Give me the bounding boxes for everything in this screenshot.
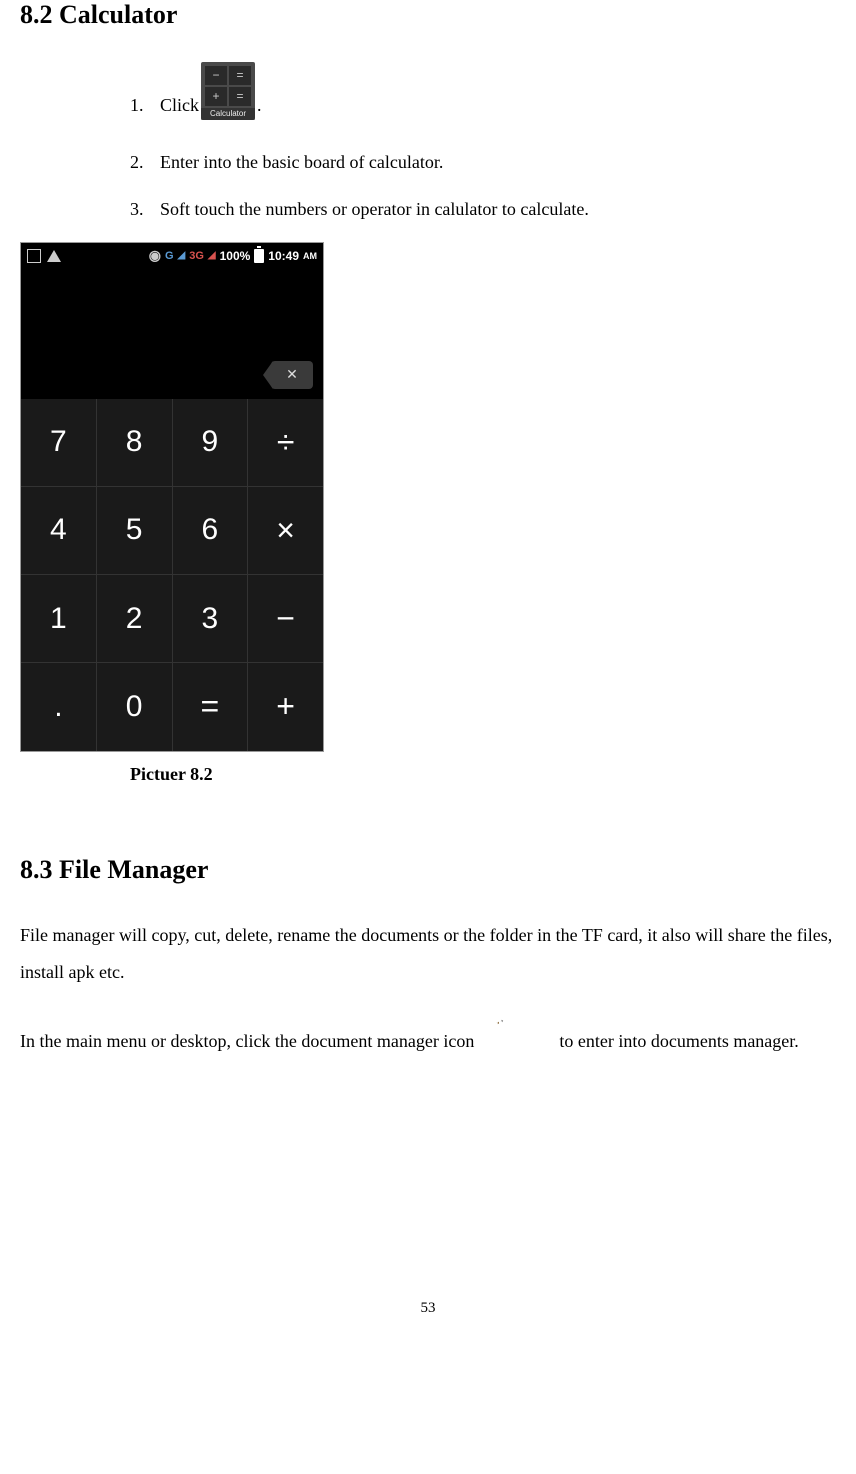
key-2[interactable]: 2 [97,575,172,662]
calculator-steps: 1. Click − = + = Calculator . 2. Enter i… [20,62,836,224]
para2-before: In the main menu or desktop, click the d… [20,1031,479,1051]
signal-icon: ◢ [208,250,216,261]
step-number: 2. [130,148,160,177]
step-1: 1. Click − = + = Calculator . [130,62,836,120]
file-manager-para1: File manager will copy, cut, delete, ren… [20,917,836,993]
status-time: 10:49 [268,249,299,263]
backspace-icon: ✕ [286,366,298,383]
battery-icon [254,249,264,263]
step-text: Enter into the basic board of calculator… [160,148,443,177]
calc-icon-cell: + [205,87,227,106]
key-plus[interactable]: + [248,663,323,750]
page-number: 53 [20,1300,836,1337]
calculator-screenshot: ◉ G ◢ 3G ◢ 100% 10:49 AM ✕ 7 8 9 ÷ 4 5 6… [20,242,324,752]
key-divide[interactable]: ÷ [248,399,323,486]
key-3[interactable]: 3 [173,575,248,662]
warning-icon [47,250,61,262]
key-1[interactable]: 1 [21,575,96,662]
file-manager-para2: In the main menu or desktop, click the d… [20,1016,836,1070]
calculator-app-icon: − = + = Calculator [201,62,255,120]
key-decimal[interactable]: . [21,663,96,750]
step-text-before: Click [160,95,199,115]
step-2: 2. Enter into the basic board of calcula… [130,148,836,177]
step-text: Soft touch the numbers or operator in ca… [160,195,589,224]
heading-file-manager: 8.3 File Manager [20,855,836,885]
signal-icon: ◢ [178,250,186,261]
heading-calculator: 8.2 Calculator [20,0,836,30]
file-manager-app-icon: File Manager [483,1016,551,1070]
key-4[interactable]: 4 [21,487,96,574]
calc-icon-cell: = [229,87,251,106]
step-3: 3. Soft touch the numbers or operator in… [130,195,836,224]
key-equals[interactable]: = [173,663,248,750]
notification-icon [27,249,41,263]
key-6[interactable]: 6 [173,487,248,574]
key-minus[interactable]: − [248,575,323,662]
para2-after: to enter into documents manager. [555,1031,799,1051]
battery-percent: 100% [220,249,251,263]
wifi-icon: ◉ [149,247,161,264]
key-0[interactable]: 0 [97,663,172,750]
calc-icon-cell: = [229,66,251,85]
figure-caption: Pictuer 8.2 [20,764,836,785]
key-multiply[interactable]: × [248,487,323,574]
signal-3g-label: 3G [189,250,204,262]
step-number: 1. [130,91,160,120]
key-5[interactable]: 5 [97,487,172,574]
signal-g-label: G [165,250,174,262]
step-number: 3. [130,195,160,224]
status-bar: ◉ G ◢ 3G ◢ 100% 10:49 AM [21,243,323,269]
calc-icon-cell: − [205,66,227,85]
key-9[interactable]: 9 [173,399,248,486]
calculator-display[interactable]: ✕ [21,269,323,399]
status-ampm: AM [303,251,317,261]
key-7[interactable]: 7 [21,399,96,486]
backspace-button[interactable]: ✕ [271,361,313,389]
calculator-keypad: 7 8 9 ÷ 4 5 6 × 1 2 3 − . 0 = + [21,399,323,751]
calc-icon-label: Calculator [201,108,255,120]
step-text-after: . [257,95,262,115]
key-8[interactable]: 8 [97,399,172,486]
